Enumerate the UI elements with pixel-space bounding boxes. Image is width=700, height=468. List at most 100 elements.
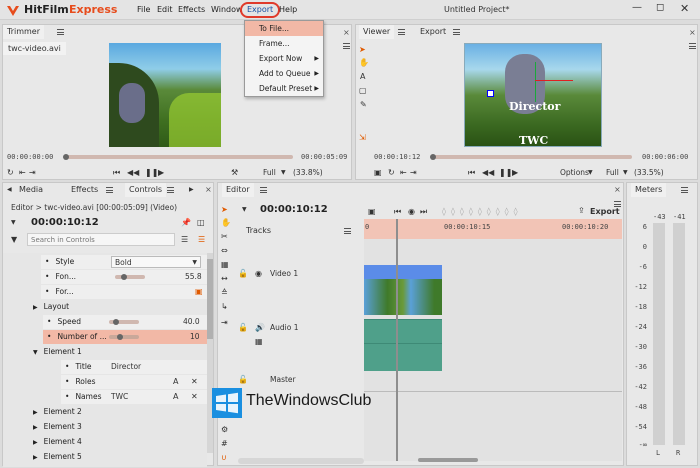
audio-clip[interactable] bbox=[364, 319, 442, 371]
viewer-menu-icon-right[interactable] bbox=[689, 43, 696, 49]
viewer-snapshot-icon[interactable]: ▣ bbox=[374, 168, 382, 178]
tab-effects[interactable]: Effects bbox=[67, 183, 102, 197]
editor-close-icon[interactable]: × bbox=[614, 185, 621, 194]
editor-skip-start-icon[interactable]: ⏮ bbox=[394, 207, 401, 217]
trimmer-tools-icon[interactable]: ⚒ bbox=[231, 168, 238, 178]
video-clip[interactable] bbox=[364, 279, 442, 315]
video-lock-icon[interactable]: 🔓 bbox=[238, 269, 248, 279]
number-of-slider[interactable] bbox=[109, 335, 139, 339]
trimmer-menu-icon[interactable] bbox=[57, 29, 64, 35]
effects-menu-icon[interactable] bbox=[106, 187, 113, 193]
editor-export-button[interactable]: Export bbox=[590, 207, 620, 216]
timeline-settings-icon[interactable]: ⚙ bbox=[221, 425, 228, 435]
viewer-skip-start-icon[interactable]: ⏮ bbox=[468, 168, 475, 178]
tree-row-roles[interactable]: • Roles bbox=[61, 375, 207, 389]
viewer-options-chevron-icon[interactable]: ▼ bbox=[588, 168, 593, 178]
tab-viewer[interactable]: Viewer bbox=[359, 25, 395, 39]
tab-export[interactable]: Export bbox=[416, 25, 450, 39]
editor-collapse-icon[interactable]: ▼ bbox=[242, 205, 247, 215]
trimmer-file-tab[interactable]: twc-video.avi bbox=[3, 42, 66, 55]
menu-edit[interactable]: Edit bbox=[157, 5, 173, 14]
controls-collapse-icon[interactable]: ▼ bbox=[11, 218, 16, 228]
viewer-menu-icon[interactable] bbox=[398, 29, 405, 35]
tab-trimmer[interactable]: Trimmer bbox=[3, 25, 45, 39]
mask-tool-icon[interactable]: ▢ bbox=[359, 86, 367, 96]
pen-tool-icon[interactable]: ✎ bbox=[360, 100, 367, 110]
viewer-prev-frame-icon[interactable]: ◀◀ bbox=[482, 168, 494, 178]
viewer-loop-icon[interactable]: ↻ bbox=[388, 168, 395, 178]
viewer-play-icon[interactable]: ▶ bbox=[512, 168, 518, 178]
viewer-close-icon[interactable]: × bbox=[689, 28, 696, 37]
pin-icon[interactable]: 📌 bbox=[181, 218, 191, 228]
select-tool-icon[interactable]: ➤ bbox=[359, 45, 366, 55]
filter-icon[interactable]: ▼ bbox=[11, 235, 17, 245]
export-tab-menu-icon[interactable] bbox=[453, 29, 460, 35]
trimmer-pause-icon[interactable]: ❚❚ bbox=[145, 168, 158, 178]
menu-help[interactable]: Help bbox=[279, 5, 297, 14]
trimmer-close-icon[interactable]: × bbox=[343, 28, 350, 37]
audio-speaker-icon[interactable]: 🔊 bbox=[255, 323, 265, 333]
trimmer-play-icon[interactable]: ▶ bbox=[158, 168, 164, 178]
editor-stop-icon[interactable]: ◉ bbox=[408, 207, 415, 217]
viewer-options-dropdown[interactable]: Options bbox=[560, 168, 589, 177]
number-of-knob[interactable] bbox=[117, 334, 123, 340]
viewer-pause-icon[interactable]: ❚❚ bbox=[499, 168, 512, 178]
names-clear-icon[interactable]: ✕ bbox=[191, 392, 198, 402]
controls-close-icon[interactable]: × bbox=[205, 185, 212, 194]
style-dropdown[interactable]: Bold ▼ bbox=[111, 256, 201, 268]
export-menu-export-now[interactable]: Export Now ▶ bbox=[245, 51, 323, 66]
tree-row-element-5[interactable]: ▶ Element 5 bbox=[33, 450, 207, 464]
hand-tool-icon[interactable]: ✋ bbox=[359, 58, 369, 68]
timeline-link-icon[interactable]: ↳ bbox=[221, 302, 228, 312]
list-view-icon[interactable]: ☰ bbox=[181, 235, 188, 245]
tab-controls[interactable]: Controls bbox=[125, 183, 167, 197]
panel-split-icon[interactable]: ◫ bbox=[197, 218, 205, 228]
tree-row-element-4[interactable]: ▶ Element 4 bbox=[33, 435, 207, 449]
trimmer-in-icon[interactable]: ⇤ bbox=[19, 168, 26, 178]
text-tool-icon[interactable]: A bbox=[360, 72, 365, 82]
names-value[interactable]: TWC bbox=[111, 392, 128, 401]
number-of-value[interactable]: 10 bbox=[190, 332, 200, 341]
names-text-icon[interactable]: A bbox=[173, 392, 178, 402]
master-lock-icon[interactable]: 🔓 bbox=[238, 375, 248, 385]
tab-scroll-right-icon[interactable]: ▶ bbox=[189, 185, 194, 195]
tree-row-element-1[interactable]: ▼ Element 1 bbox=[33, 345, 207, 359]
trimmer-scrub-bar[interactable] bbox=[65, 155, 293, 159]
tracks-menu-icon[interactable] bbox=[344, 228, 351, 234]
video-eye-icon[interactable]: ◉ bbox=[255, 269, 262, 279]
tree-row-format[interactable]: • For... bbox=[41, 285, 207, 299]
timeline-rate-icon[interactable]: ≙ bbox=[221, 288, 228, 298]
viewer-out-icon[interactable]: ⇥ bbox=[410, 168, 417, 178]
timeline-ripple-icon[interactable]: ▦ bbox=[221, 260, 229, 270]
tab-scroll-left-icon[interactable]: ◀ bbox=[7, 185, 12, 195]
timeline-razor-icon[interactable]: ✂ bbox=[221, 232, 228, 242]
trimmer-quality[interactable]: Full bbox=[263, 168, 276, 177]
speed-value[interactable]: 40.0 bbox=[183, 317, 200, 326]
speed-knob[interactable] bbox=[113, 319, 119, 325]
timeline-grid-icon[interactable]: # bbox=[221, 439, 228, 449]
export-menu-default-preset[interactable]: Default Preset ▶ bbox=[245, 81, 323, 96]
controls-scrollbar[interactable] bbox=[207, 253, 213, 453]
trimmer-loop-icon[interactable]: ↻ bbox=[7, 168, 14, 178]
trimmer-zoom[interactable]: (33.8%) bbox=[293, 168, 323, 177]
controls-menu-icon[interactable] bbox=[167, 187, 174, 193]
tree-row-layout[interactable]: ▶ Layout bbox=[33, 300, 207, 314]
tab-meters[interactable]: Meters bbox=[631, 183, 667, 197]
timeline-magnet-icon[interactable]: ∪ bbox=[221, 453, 227, 463]
font-size-knob[interactable] bbox=[121, 274, 127, 280]
viewer-quality[interactable]: Full bbox=[606, 168, 619, 177]
timeline-select-icon[interactable]: ➤ bbox=[221, 205, 228, 215]
title-value[interactable]: Director bbox=[111, 362, 141, 371]
trimmer-scrub-knob[interactable] bbox=[63, 154, 69, 160]
editor-snap-icon[interactable]: ▣ bbox=[368, 207, 376, 217]
trimmer-menu-icon-right[interactable] bbox=[343, 43, 350, 49]
export-menu-add-to-queue[interactable]: Add to Queue ▶ bbox=[245, 66, 323, 81]
export-menu-to-file[interactable]: To File... bbox=[245, 21, 323, 36]
maximize-button[interactable]: ◻ bbox=[656, 2, 664, 13]
viewer-in-icon[interactable]: ⇤ bbox=[400, 168, 407, 178]
trimmer-prev-frame-icon[interactable]: ◀◀ bbox=[127, 168, 139, 178]
playhead[interactable] bbox=[396, 219, 398, 461]
menu-file[interactable]: File bbox=[137, 5, 150, 14]
timeline-insert-icon[interactable]: ⇥ bbox=[221, 318, 228, 328]
timeline-roll-icon[interactable]: ↔ bbox=[221, 274, 228, 284]
